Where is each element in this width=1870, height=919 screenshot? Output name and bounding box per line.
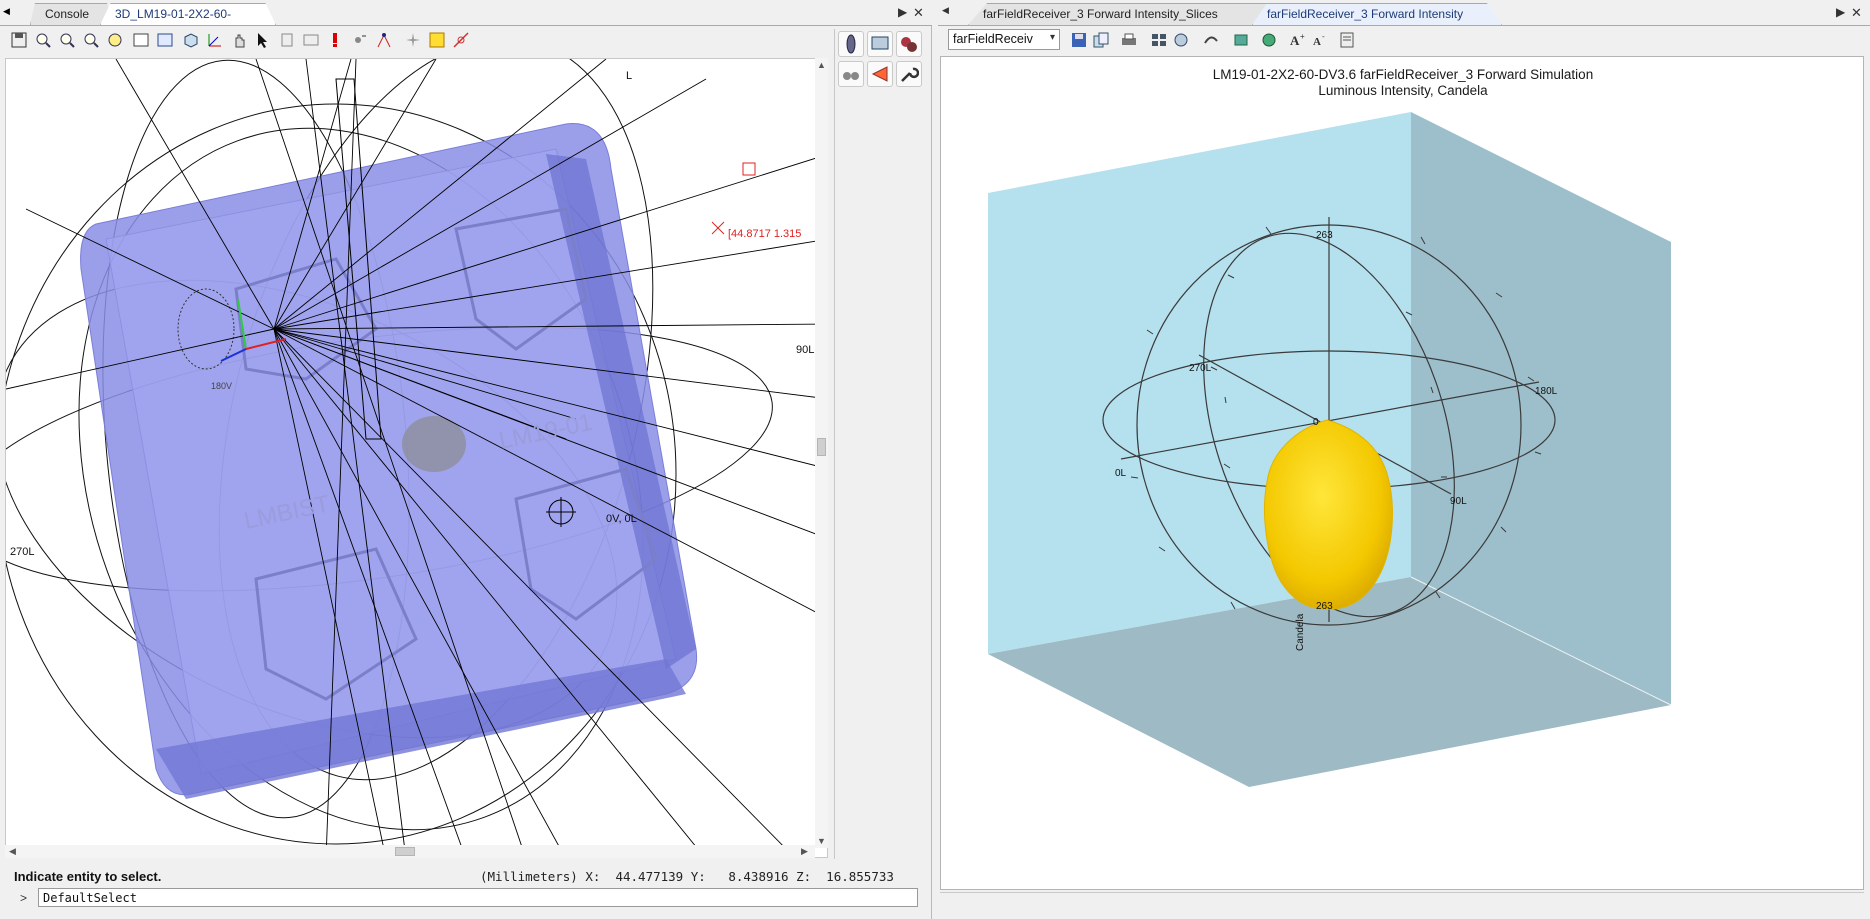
label-263-top: 263 (1316, 230, 1333, 241)
add-point-icon[interactable] (348, 29, 370, 51)
font-increase-icon[interactable]: A + (1286, 29, 1308, 51)
label-90l: 90L (796, 344, 814, 356)
view-4-icon[interactable] (154, 29, 176, 51)
side-tool-palette (834, 29, 924, 859)
select-arrow-icon[interactable] (252, 29, 274, 51)
hide-icon[interactable] (276, 29, 298, 51)
command-input[interactable]: DefaultSelect (38, 888, 918, 907)
viewport-horizontal-scrollbar[interactable]: ◀ ▶ (5, 845, 815, 858)
axes-icon[interactable] (204, 29, 226, 51)
zoom-out-icon[interactable] (56, 29, 78, 51)
measure-icon[interactable] (450, 29, 472, 51)
right-tab-bar: ◀ farFieldReceiver_3 Forward Intensity_S… (938, 0, 1870, 26)
label-0v-0l: 0V, 0L (606, 513, 637, 525)
receiver-select[interactable]: farFieldReceiv ▾ (948, 29, 1060, 50)
label-270l: 270L (1189, 363, 1212, 374)
right-chart-pane: ◀ farFieldReceiver_3 Forward Intensity_S… (938, 0, 1870, 919)
hand-icon[interactable] (228, 29, 250, 51)
left-pane-menu-arrow[interactable]: ◀ (3, 6, 10, 17)
left-pane-close-button[interactable]: ✕ (913, 5, 924, 21)
save-icon[interactable] (1068, 29, 1090, 51)
label-180v: 180V (211, 381, 232, 391)
label-270l: 270L (10, 546, 34, 558)
zoom-box-icon[interactable] (426, 29, 448, 51)
command-prompt-symbol: > (20, 891, 28, 905)
label-180l: 180L (1535, 386, 1558, 397)
print-icon[interactable] (1118, 29, 1140, 51)
label-0: 0 (1313, 417, 1319, 428)
binoculars-icon[interactable] (838, 61, 864, 87)
intensity-chart[interactable]: LM19-01-2X2-60-DV3.6 farFieldReceiver_3 … (940, 56, 1864, 890)
label-263-bottom: 263 (1316, 601, 1333, 612)
right-tabs-next-button[interactable]: ▶ (1836, 5, 1845, 19)
sparkle-icon[interactable] (402, 29, 424, 51)
status-message: Indicate entity to select. (14, 869, 162, 884)
alert-icon[interactable] (324, 29, 346, 51)
label-l: L (626, 70, 632, 82)
3d-scene: [44.8717 1.315 90L 270L 0V, 0L L 180V LM… (6, 59, 827, 857)
intensity-solid (1264, 419, 1393, 610)
tab-intensity-slices[interactable]: farFieldReceiver_3 Forward Intensity_Sli… (968, 3, 1286, 25)
left-3d-pane: ◀ Console 3D_LM19-01-2X2-60-DV3.6_1 ▶ ✕ (0, 0, 932, 919)
svg-text:-: - (1322, 32, 1325, 41)
right-pane-close-button[interactable]: ✕ (1851, 5, 1862, 21)
data-icon[interactable] (1230, 29, 1252, 51)
coord-note-label: [44.8717 1.315 (728, 228, 801, 240)
svg-text:A: A (1313, 36, 1321, 48)
chart-options-icon[interactable] (1170, 29, 1192, 51)
tab-console[interactable]: Console (30, 3, 112, 25)
left-tabs-next-button[interactable]: ▶ (898, 5, 907, 19)
chart-toolbar: farFieldReceiv ▾ A + A- (944, 26, 1864, 54)
rotate-icon[interactable] (1200, 29, 1222, 51)
source-icon[interactable] (867, 31, 893, 57)
copy-icon[interactable] (1090, 29, 1112, 51)
viewport-vertical-scrollbar[interactable]: ▲ ▼ (815, 58, 828, 848)
label-90l: 90L (1450, 496, 1467, 507)
chevron-down-icon: ▾ (1049, 32, 1055, 43)
zoom-in-icon[interactable] (32, 29, 54, 51)
ray-trace-icon[interactable] (374, 29, 396, 51)
tab-forward-intensity[interactable]: farFieldReceiver_3 Forward Intensity (1252, 3, 1502, 25)
right-tabs-prev-button[interactable]: ◀ (942, 5, 949, 16)
left-tab-bar: ◀ Console 3D_LM19-01-2X2-60-DV3.6_1 ▶ ✕ (0, 0, 932, 26)
view-1-icon[interactable] (130, 29, 152, 51)
3d-viewport[interactable]: [44.8717 1.315 90L 270L 0V, 0L L 180V LM… (5, 58, 828, 858)
font-decrease-icon[interactable]: A- (1308, 29, 1330, 51)
right-status-bar (940, 892, 1864, 912)
svg-text:+: + (1300, 32, 1305, 41)
view-cube-icon[interactable] (180, 29, 202, 51)
report-icon[interactable] (1336, 29, 1358, 51)
zoom-window-icon[interactable] (80, 29, 102, 51)
objects-icon[interactable] (896, 31, 922, 57)
save-icon[interactable] (8, 29, 30, 51)
cursor-coordinates: (Millimeters) X: 44.477139 Y: 8.438916 Z… (480, 869, 894, 884)
properties-icon[interactable] (300, 29, 322, 51)
intensity-3d-plot: 263 263 270L 180L 0L 90L 0 Candela (988, 112, 1672, 787)
svg-text:A: A (1290, 33, 1300, 48)
wrench-icon[interactable] (896, 61, 922, 87)
lens-icon[interactable] (838, 31, 864, 57)
beam-icon[interactable] (867, 61, 893, 87)
globe-icon[interactable] (1258, 29, 1280, 51)
layout-icon[interactable] (1148, 29, 1170, 51)
zoom-fit-icon[interactable] (104, 29, 126, 51)
label-candela: Candela (1295, 613, 1306, 651)
tab-3d-model[interactable]: 3D_LM19-01-2X2-60-DV3.6_1 (100, 3, 276, 25)
label-0l: 0L (1115, 468, 1127, 479)
receiver-select-value: farFieldReceiv (953, 32, 1033, 46)
